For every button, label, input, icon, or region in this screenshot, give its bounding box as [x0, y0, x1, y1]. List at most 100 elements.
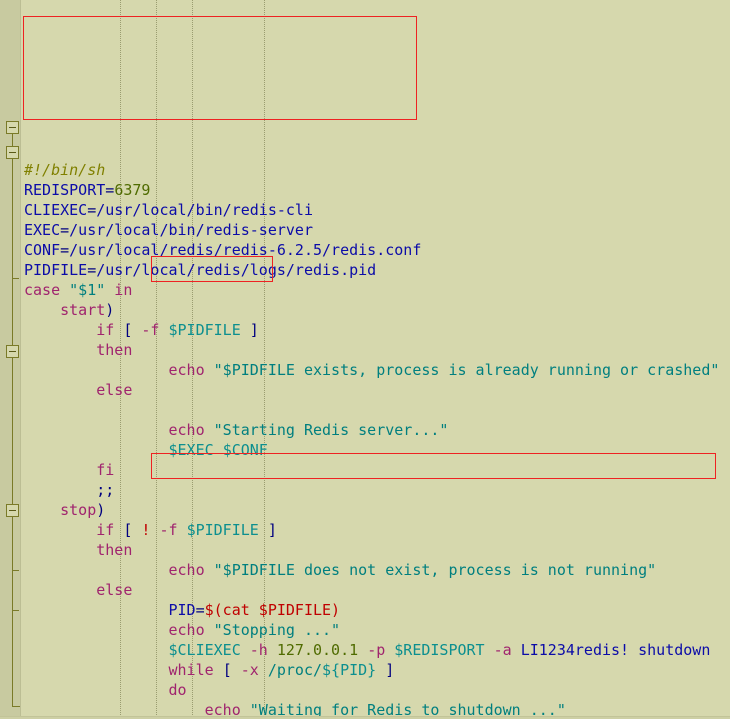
code-token: /proc/ [267, 661, 323, 679]
code-token: $CONF [222, 441, 268, 459]
code-token: PIDFILE [24, 261, 88, 279]
code-line[interactable] [20, 400, 730, 420]
code-token: REDISPORT [24, 181, 106, 199]
code-line[interactable]: $EXEC $CONF [20, 440, 730, 460]
code-token: $PIDFILE [168, 321, 241, 339]
code-token: ] [385, 661, 395, 679]
fold-marker-while[interactable] [6, 504, 19, 517]
code-line[interactable]: #!/bin/sh [20, 160, 730, 180]
code-token: EXEC [24, 221, 61, 239]
fold-stem-if-stop [12, 352, 13, 610]
code-token: echo [24, 361, 214, 379]
code-token: if [24, 321, 124, 339]
code-token: 127.0.0.1 [276, 641, 359, 659]
code-token: $REDISPORT [394, 641, 485, 659]
code-token: $CLIEXEC [168, 641, 241, 659]
code-token: = [60, 221, 70, 239]
code-token: "$1" [69, 281, 106, 299]
code-token: stop [24, 501, 97, 519]
code-token: do [24, 681, 187, 699]
code-token: -f [141, 321, 160, 339]
code-token: /usr/local/redis/logs/redis.pid [96, 261, 377, 279]
code-token: CONF [24, 241, 61, 259]
code-line[interactable]: echo "Starting Redis server..." [20, 420, 730, 440]
code-token: fi [24, 461, 115, 479]
code-token: then [24, 541, 133, 559]
code-token: echo [24, 621, 214, 639]
code-token: CLIEXEC [24, 201, 88, 219]
code-line[interactable]: else [20, 380, 730, 400]
code-lines[interactable]: #!/bin/sh REDISPORT=6379 CLIEXEC=/usr/loca… [20, 160, 730, 719]
code-line[interactable]: PID=$(cat $PIDFILE) [20, 600, 730, 620]
code-token: = [195, 601, 205, 619]
code-line[interactable]: if [ ! -f $PIDFILE ] [20, 520, 730, 540]
code-token: ${PID} [322, 661, 377, 679]
code-token: "Starting Redis server..." [213, 421, 449, 439]
code-token: in [105, 281, 133, 299]
code-token: ;; [24, 481, 115, 499]
code-token: echo [24, 561, 214, 579]
code-token: #!/bin/sh [24, 161, 106, 179]
code-line[interactable]: CONF=/usr/local/redis/redis-6.2.5/redis.… [20, 240, 730, 260]
code-line[interactable]: then [20, 340, 730, 360]
fold-gutter[interactable] [0, 0, 21, 719]
code-line[interactable]: else [20, 580, 730, 600]
code-token: ) [96, 501, 106, 519]
code-token: while [24, 661, 223, 679]
code-line[interactable]: CLIEXEC=/usr/local/bin/redis-cli [20, 200, 730, 220]
code-line[interactable]: stop) [20, 500, 730, 520]
code-token: = [87, 261, 97, 279]
fold-end-while [12, 570, 19, 571]
code-token: -a [493, 641, 512, 659]
code-token: PID [24, 601, 196, 619]
code-token: ] [267, 521, 277, 539]
fold-marker-if-stop[interactable] [6, 345, 19, 358]
code-line[interactable]: start) [20, 300, 730, 320]
code-token: shutdown [638, 641, 711, 659]
code-token: [ [222, 661, 232, 679]
code-token: = [105, 181, 115, 199]
code-line[interactable]: ;; [20, 480, 730, 500]
code-line[interactable]: then [20, 540, 730, 560]
code-line[interactable]: fi [20, 460, 730, 480]
code-line[interactable]: echo "Stopping ..." [20, 620, 730, 640]
code-token: $PIDFILE [186, 521, 259, 539]
code-token: /usr/local/bin/redis-cli [96, 201, 313, 219]
code-token: $(cat $PIDFILE) [204, 601, 341, 619]
code-line[interactable]: do [20, 680, 730, 700]
code-token: then [24, 341, 133, 359]
code-token: ) [105, 301, 115, 319]
code-line[interactable]: echo "$PIDFILE does not exist, process i… [20, 560, 730, 580]
code-token: -x [240, 661, 259, 679]
code-token: "Stopping ..." [213, 621, 341, 639]
fold-stem-while [12, 510, 13, 570]
code-editor[interactable]: #!/bin/sh REDISPORT=6379 CLIEXEC=/usr/loca… [0, 0, 730, 719]
fold-marker-if-start[interactable] [6, 146, 19, 159]
fold-end-case [12, 706, 20, 707]
code-line[interactable]: $CLIEXEC -h 127.0.0.1 -p $REDISPORT -a L… [20, 640, 730, 660]
code-line[interactable]: case "$1" in [20, 280, 730, 300]
code-token: case [24, 281, 70, 299]
fold-end-if-stop [12, 610, 19, 611]
fold-stem-if-start [12, 152, 13, 278]
code-line[interactable]: PIDFILE=/usr/local/redis/logs/redis.pid [20, 260, 730, 280]
code-line[interactable]: if [ -f $PIDFILE ] [20, 320, 730, 340]
code-line[interactable]: REDISPORT=6379 [20, 180, 730, 200]
code-token: "$PIDFILE does not exist, process is not… [213, 561, 657, 579]
code-line[interactable]: while [ -x /proc/${PID} ] [20, 660, 730, 680]
code-line[interactable]: EXEC=/usr/local/bin/redis-server [20, 220, 730, 240]
code-line[interactable]: echo "$PIDFILE exists, process is alread… [20, 360, 730, 380]
fold-marker-case[interactable] [6, 121, 19, 134]
code-token: -h [249, 641, 268, 659]
code-content[interactable]: #!/bin/sh REDISPORT=6379 CLIEXEC=/usr/loca… [20, 0, 730, 719]
